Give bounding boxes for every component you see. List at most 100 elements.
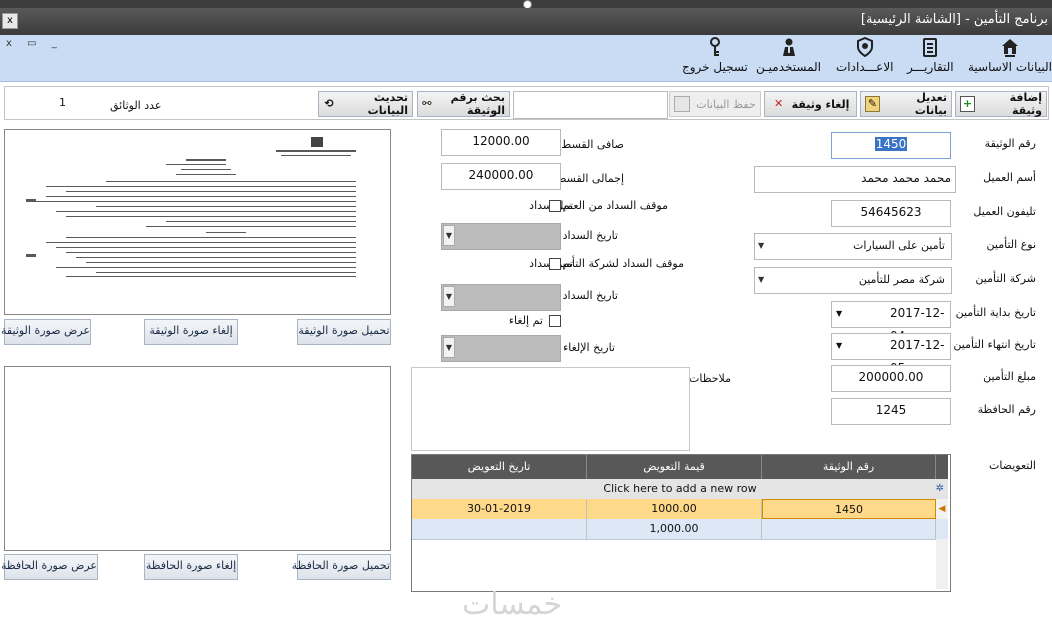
net-premium-label: صافى القسط xyxy=(561,138,624,151)
client-payment-date-picker[interactable]: ▼ xyxy=(441,223,561,250)
ribbon-item-reports[interactable]: التقاريـــر xyxy=(907,37,954,74)
insurance-type-select[interactable]: تأمين على السيارات ▼ xyxy=(754,233,952,260)
folder-image-box xyxy=(4,366,391,551)
ribbon-menu: x ▭ _ البيانات الاساسية التقاريـــر الاع… xyxy=(0,35,1052,82)
window-title: برنامج التأمين - [الشاشة الرئيسية] xyxy=(860,12,1048,27)
client-payment-date-label: تاريخ السداد xyxy=(562,229,618,242)
view-policy-image-button[interactable]: عرض صورة الوثيقة xyxy=(1,319,91,345)
ribbon-item-label: الاعـــدادات xyxy=(836,60,894,74)
start-date-picker[interactable]: 2017-12-04 ▼ xyxy=(831,301,951,343)
window-resize-strip xyxy=(0,0,1052,9)
save-data-button[interactable]: حفظ البيانات xyxy=(669,91,761,117)
doc-count-value: 1 xyxy=(59,96,66,109)
amount-field[interactable]: 200000.00 xyxy=(831,365,951,392)
row-indicator-icon: ◀ xyxy=(936,499,948,519)
total-premium-field[interactable]: 240000.00 xyxy=(441,163,561,190)
table-row[interactable]: 30-01-2019 1000.00 1450 ◀ xyxy=(412,499,948,520)
company-payment-date-picker[interactable]: ▼ xyxy=(441,284,561,311)
policy-number-label: رقم الوثيقة xyxy=(984,137,1036,150)
settings-icon xyxy=(856,37,873,58)
net-premium-field[interactable]: 12000.00 xyxy=(441,129,561,156)
mdi-window-controls[interactable]: x ▭ _ xyxy=(6,38,63,49)
client-phone-field[interactable]: 54645623 xyxy=(831,200,951,227)
key-icon xyxy=(709,37,720,56)
edit-data-button[interactable]: تعديل بيانات ✎ xyxy=(860,91,952,117)
cancelled-label: تم إلغاء xyxy=(508,314,543,327)
add-row-text: Click here to add a new row xyxy=(603,482,757,495)
amount-label: مبلغ التأمين xyxy=(983,370,1036,383)
ribbon-item-label: التقاريـــر xyxy=(907,60,954,74)
chevron-down-icon: ▼ xyxy=(836,309,843,318)
summary-amount: 1,000.00 xyxy=(587,519,762,539)
chevron-down-icon: ▼ xyxy=(443,225,455,246)
start-date-label: تاريخ بداية التأمين xyxy=(955,306,1036,319)
ribbon-item-logout[interactable]: تسجيل خروج xyxy=(682,37,748,74)
upload-folder-image-button[interactable]: تحميل صورة الحافظة xyxy=(292,554,391,580)
search-by-number-button[interactable]: بحث برقم الوثيقة ⚯ xyxy=(417,91,510,117)
end-date-picker[interactable]: 2017-12-05 ▼ xyxy=(831,333,951,375)
folder-number-label: رقم الحافظة xyxy=(977,403,1036,416)
policy-number-value: 1450 xyxy=(874,137,908,151)
doc-count-label: عدد الوثائق xyxy=(110,99,162,112)
policy-document-preview xyxy=(6,133,386,279)
company-paid-checkbox[interactable] xyxy=(549,258,561,270)
cancel-policy-button[interactable]: إلغاء وثيقة ✕ xyxy=(764,91,857,117)
column-header-amount[interactable]: قيمة التعويض xyxy=(587,455,762,479)
view-folder-image-button[interactable]: عرض صورة الحافظة xyxy=(1,554,98,580)
button-label: حفظ البيانات xyxy=(696,97,756,111)
client-phone-label: تليفون العميل xyxy=(973,205,1036,218)
column-header-policy-number[interactable]: رقم الوثيقة xyxy=(762,455,936,479)
end-date-label: تاريخ انتهاء التأمين xyxy=(953,338,1036,351)
delete-icon: ✕ xyxy=(774,97,784,110)
insurance-company-select[interactable]: شركة مصر للتأمين ▼ xyxy=(754,267,952,294)
ribbon-item-basic-data[interactable]: البيانات الاساسية xyxy=(968,37,1052,74)
edit-icon: ✎ xyxy=(865,96,880,112)
ribbon-item-label: المستخدميـن xyxy=(756,60,821,74)
cell-amount[interactable]: 1000.00 xyxy=(587,499,762,519)
search-policy-input[interactable] xyxy=(513,91,668,119)
binoculars-icon: ⚯ xyxy=(422,97,432,110)
insurance-company-value: شركة مصر للتأمين xyxy=(858,273,945,286)
cell-policy-number[interactable]: 1450 xyxy=(762,499,936,519)
chevron-down-icon: ▼ xyxy=(443,337,455,358)
insurance-type-value: تأمين على السيارات xyxy=(853,239,945,252)
insurance-company-label: شركة التأمين xyxy=(975,272,1036,285)
watermark-logo: خمسات xyxy=(462,587,563,622)
notes-textarea[interactable] xyxy=(411,367,690,451)
report-icon xyxy=(923,38,938,57)
cancel-date-picker[interactable]: ▼ xyxy=(441,335,561,362)
chevron-down-icon: ▼ xyxy=(443,286,455,307)
folder-number-field[interactable]: 1245 xyxy=(831,398,951,425)
compensations-label: التعويضات xyxy=(988,459,1036,472)
close-icon[interactable]: x xyxy=(2,13,18,29)
cell-date[interactable]: 30-01-2019 xyxy=(412,499,587,519)
add-document-icon: + xyxy=(960,96,975,112)
cancel-policy-image-button[interactable]: إلغاء صورة الوثيقة xyxy=(144,319,238,345)
column-header-date[interactable]: تاريخ التعويض xyxy=(412,455,587,479)
refresh-data-button[interactable]: تحديث البيانات ⟲ xyxy=(318,91,413,117)
company-payment-status-label: موقف السداد لشركة التأمين xyxy=(554,257,684,270)
ribbon-item-settings[interactable]: الاعـــدادات xyxy=(836,37,894,74)
summary-row: 1,000.00 xyxy=(412,519,948,540)
add-policy-button[interactable]: إضافة وثيقة + xyxy=(955,91,1047,117)
compensations-grid[interactable]: تاريخ التعويض قيمة التعويض رقم الوثيقة C… xyxy=(411,454,951,592)
refresh-icon: ⟲ xyxy=(324,97,334,110)
title-bar: x برنامج التأمين - [الشاشة الرئيسية] xyxy=(0,8,1052,35)
client-name-field[interactable]: محمد محمد محمد xyxy=(754,166,956,193)
summary-cell-empty xyxy=(762,519,936,539)
save-icon xyxy=(674,96,691,112)
add-new-row[interactable]: Click here to add a new row ✲ xyxy=(412,479,948,500)
client-paid-checkbox[interactable] xyxy=(549,200,561,212)
chevron-down-icon: ▼ xyxy=(758,241,765,250)
ribbon-item-users[interactable]: المستخدميـن xyxy=(756,37,821,74)
users-icon xyxy=(782,38,795,56)
summary-cell-empty xyxy=(412,519,587,539)
grid-scroll-gutter xyxy=(936,539,948,589)
upload-policy-image-button[interactable]: تحميل صورة الوثيقة xyxy=(297,319,391,345)
button-label: تحديث البيانات xyxy=(367,91,408,117)
button-label: بحث برقم الوثيقة xyxy=(450,91,505,117)
gear-icon[interactable]: ✲ xyxy=(936,479,944,499)
cancel-folder-image-button[interactable]: إلغاء صورة الحافظة xyxy=(144,554,238,580)
cancelled-checkbox[interactable] xyxy=(549,315,561,327)
policy-number-field[interactable]: 1450 xyxy=(831,132,951,159)
